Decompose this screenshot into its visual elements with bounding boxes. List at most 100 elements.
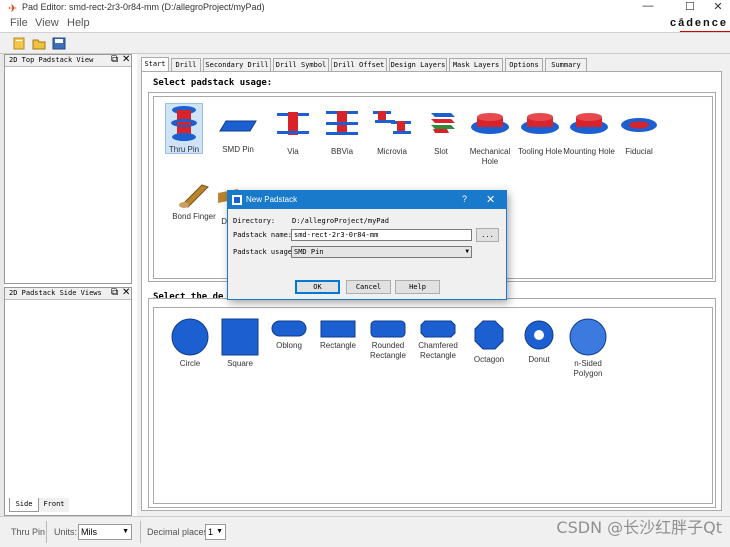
shape-n-sided-polygon[interactable]: n-Sided Polygon xyxy=(560,318,616,379)
side-view-panel-header: 2D Padstack Side Views ⧉ ✕ xyxy=(5,287,131,300)
shape-octagon[interactable]: Octagon xyxy=(461,320,517,365)
new-file-icon[interactable] xyxy=(12,37,26,50)
usage-label: Mechanical Hole xyxy=(469,147,511,166)
close-button[interactable]: ✕ xyxy=(708,0,728,13)
shape-label: Square xyxy=(227,359,253,368)
decimal-places-label: Decimal places: xyxy=(147,527,211,537)
units-select[interactable]: Mils ▼ xyxy=(78,524,132,540)
menu-view[interactable]: View xyxy=(35,17,59,29)
usage-mechanical-hole[interactable]: Mechanical Hole xyxy=(462,109,518,167)
save-icon[interactable] xyxy=(52,37,66,50)
padstack-usage-value: SMD Pin xyxy=(294,248,324,256)
microvia-icon xyxy=(373,111,411,134)
tab-options[interactable]: Options xyxy=(505,58,543,72)
browse-button[interactable]: ... xyxy=(476,228,499,242)
usage-tooling-hole[interactable]: Tooling Hole xyxy=(512,109,568,157)
menu-bar: File View Help xyxy=(0,16,730,32)
close-icon[interactable]: ✕ xyxy=(122,287,130,298)
mechanical-hole-icon xyxy=(471,113,509,134)
usage-fiducial[interactable]: Fiducial xyxy=(611,109,667,157)
title-bar: ✈ Pad Editor: smd-rect-2r3-0r84-mm (D:/a… xyxy=(0,0,730,16)
float-icon[interactable]: ⧉ xyxy=(111,287,118,298)
tab-summary[interactable]: Summary xyxy=(545,58,587,72)
dialog-help-icon[interactable]: ? xyxy=(462,194,467,204)
usage-thru-pin[interactable]: Thru Pin xyxy=(165,103,203,154)
help-button[interactable]: Help xyxy=(395,280,440,294)
shape-label: Chamfered Rectangle xyxy=(418,341,458,360)
watermark: CSDN @长沙红胖子Qt xyxy=(556,518,722,537)
rectangle-shape-icon xyxy=(320,320,356,338)
open-folder-icon[interactable] xyxy=(32,37,46,50)
padstack-usage-label: Padstack usage: xyxy=(233,248,297,256)
shape-label: n-Sided Polygon xyxy=(573,359,603,378)
rounded-rectangle-shape-icon xyxy=(370,320,406,338)
tab-drill-offset[interactable]: Drill Offset xyxy=(331,58,387,72)
float-icon[interactable]: ⧉ xyxy=(111,54,118,65)
slot-icon xyxy=(431,113,455,133)
usage-mounting-hole[interactable]: Mounting Hole xyxy=(561,109,617,157)
decimal-places-value: 1 xyxy=(208,527,214,537)
donut-shape-icon xyxy=(524,320,554,350)
tab-mask-layers[interactable]: Mask Layers xyxy=(449,58,503,72)
usage-label: Tooling Hole xyxy=(517,147,563,156)
usage-label: Via xyxy=(287,147,299,156)
shape-donut[interactable]: Donut xyxy=(511,320,567,365)
via-icon xyxy=(277,112,309,135)
shape-chamfered-rectangle[interactable]: Chamfered Rectangle xyxy=(410,320,466,361)
usage-label: Fiducial xyxy=(625,147,653,156)
decimal-places-select[interactable]: 1 ▼ xyxy=(205,524,226,540)
chevron-down-icon: ▼ xyxy=(216,528,223,535)
shape-circle[interactable]: Circle xyxy=(162,318,218,369)
cadence-logo: cādence xyxy=(669,17,728,29)
tab-front[interactable]: Front xyxy=(39,498,69,512)
shape-label: Oblong xyxy=(276,341,302,350)
units-value: Mils xyxy=(81,527,97,537)
side-view-panel: 2D Padstack Side Views ⧉ ✕ Side Front xyxy=(4,287,132,516)
usage-smd-pin[interactable]: SMD Pin xyxy=(210,119,266,155)
tab-side[interactable]: Side xyxy=(9,498,39,512)
usage-label: Thru Pin xyxy=(168,145,200,154)
shape-rounded-rectangle[interactable]: Rounded Rectangle xyxy=(360,320,416,361)
menu-help[interactable]: Help xyxy=(67,17,90,29)
padstack-name-input[interactable]: smd-rect-2r3-0r84-mm xyxy=(291,229,472,241)
bbvia-icon xyxy=(326,111,358,135)
status-divider xyxy=(46,521,47,543)
usage-via[interactable]: Via xyxy=(265,109,321,157)
maximize-button[interactable]: ☐ xyxy=(680,0,700,13)
tab-secondary-drill[interactable]: Secondary Drill xyxy=(203,58,271,72)
shape-rectangle[interactable]: Rectangle xyxy=(310,320,366,351)
usage-microvia[interactable]: Microvia xyxy=(364,109,420,157)
shape-square[interactable]: Square xyxy=(212,318,268,369)
app-icon: ✈ xyxy=(8,3,18,15)
ok-button[interactable]: OK xyxy=(295,280,340,294)
tooling-hole-icon xyxy=(521,113,559,134)
side-view-panel-title: 2D Padstack Side Views xyxy=(9,289,102,297)
chevron-down-icon: ▼ xyxy=(465,248,469,255)
octagon-shape-icon xyxy=(474,320,504,350)
padstack-usage-select[interactable]: SMD Pin ▼ xyxy=(291,246,472,258)
usage-bbvia[interactable]: BBVia xyxy=(314,109,370,157)
tab-drill-symbol[interactable]: Drill Symbol xyxy=(273,58,329,72)
shape-label: Circle xyxy=(179,359,201,368)
fiducial-icon xyxy=(621,118,657,132)
square-shape-icon xyxy=(221,318,259,356)
close-icon[interactable]: ✕ xyxy=(122,54,130,65)
minimize-button[interactable]: — xyxy=(638,0,658,12)
shape-label: Donut xyxy=(528,355,550,364)
status-divider xyxy=(140,521,141,543)
usage-slot[interactable]: Slot xyxy=(413,109,469,157)
tab-design-layers[interactable]: Design Layers xyxy=(389,58,447,72)
cancel-button[interactable]: Cancel xyxy=(346,280,391,294)
chamfered-rectangle-shape-icon xyxy=(420,320,456,338)
shape-groupbox: Circle Square Oblong Rectangle Rounded R… xyxy=(148,298,716,508)
usage-label: Slot xyxy=(434,147,448,156)
shape-oblong[interactable]: Oblong xyxy=(261,320,317,351)
tab-drill[interactable]: Drill xyxy=(171,58,201,72)
status-usage: Thru Pin xyxy=(11,527,46,537)
menu-file[interactable]: File xyxy=(10,17,28,29)
dialog-title: New Padstack xyxy=(246,195,298,204)
shape-label: Rounded Rectangle xyxy=(369,341,407,360)
usage-label: Microvia xyxy=(377,147,407,156)
dialog-close-icon[interactable]: ✕ xyxy=(486,193,495,206)
mounting-hole-icon xyxy=(570,113,608,134)
